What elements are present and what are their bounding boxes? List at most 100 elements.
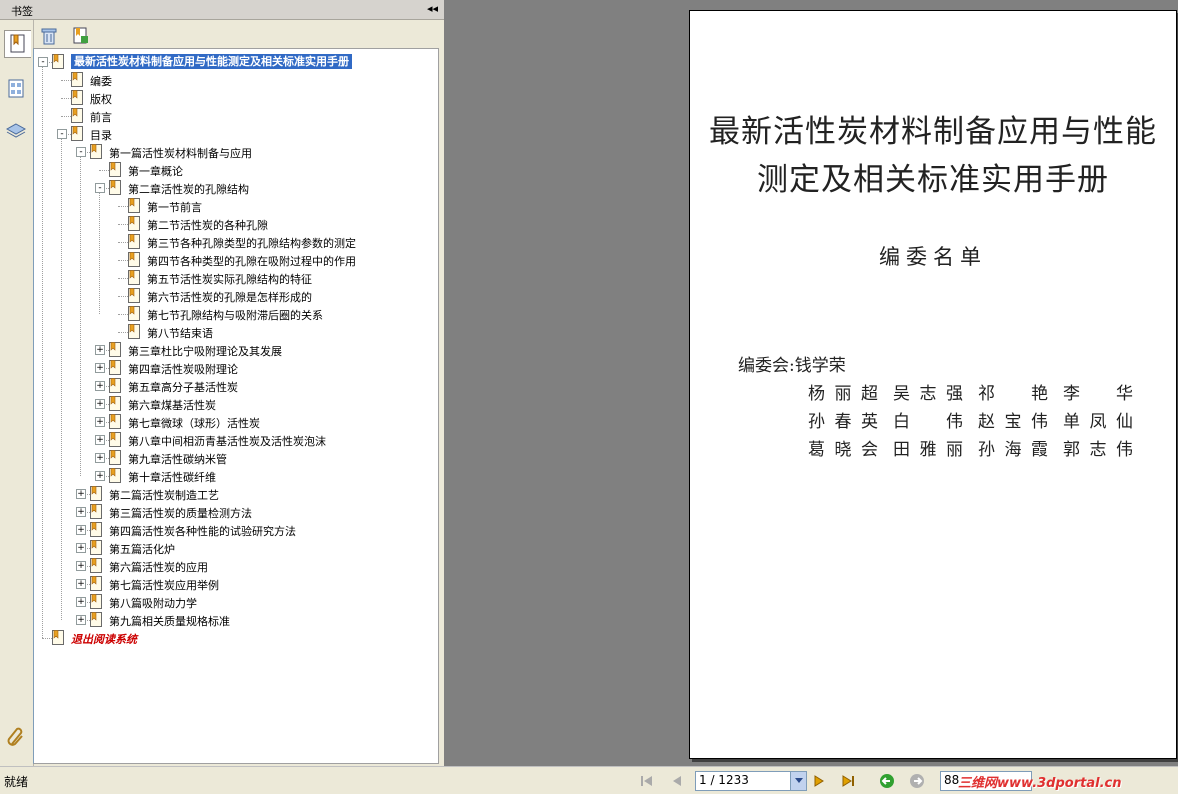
collapse-toggle[interactable]: - <box>95 183 105 193</box>
tree-row[interactable]: 第三节各种孔隙类型的孔隙结构参数的测定 <box>34 233 434 251</box>
bookmark-section-label[interactable]: 第五节活性炭实际孔隙结构的特征 <box>147 271 312 287</box>
bookmark-item-label[interactable]: 编委 <box>90 73 112 89</box>
next-page-button[interactable] <box>810 772 828 790</box>
go-back-button[interactable] <box>878 772 896 790</box>
bookmark-part-label[interactable]: 第七篇活性炭应用举例 <box>109 577 219 593</box>
expand-toggle[interactable]: + <box>95 453 105 463</box>
expand-toggle[interactable]: + <box>76 507 86 517</box>
expand-toggle[interactable]: + <box>95 399 105 409</box>
tree-row[interactable]: 第五节活性炭实际孔隙结构的特征 <box>34 269 434 287</box>
tree-row[interactable]: + 第七篇活性炭应用举例 <box>34 575 434 593</box>
collapse-toggle[interactable]: - <box>38 57 48 67</box>
bookmark-item-label[interactable]: 版权 <box>90 91 112 107</box>
tree-row[interactable]: 第二节活性炭的各种孔隙 <box>34 215 434 233</box>
expand-toggle[interactable]: + <box>95 417 105 427</box>
page-number-field[interactable]: 1 / 1233 <box>695 771 807 791</box>
first-page-button[interactable] <box>638 772 656 790</box>
expand-toggle[interactable]: + <box>95 345 105 355</box>
bookmark-part-label[interactable]: 第五篇活化炉 <box>109 541 175 557</box>
bookmark-chapter-label[interactable]: 第五章高分子基活性炭 <box>128 379 238 395</box>
bookmark-part-label[interactable]: 第二篇活性炭制造工艺 <box>109 487 219 503</box>
tree-row[interactable]: + 第六章煤基活性炭 <box>34 395 434 413</box>
bookmark-chapter-label[interactable]: 第十章活性碳纤维 <box>128 469 216 485</box>
bookmark-part-label[interactable]: 第八篇吸附动力学 <box>109 595 197 611</box>
expand-toggle[interactable]: + <box>76 561 86 571</box>
tree-row[interactable]: + 第八章中间相沥青基活性炭及活性炭泡沫 <box>34 431 434 449</box>
bookmark-part-label[interactable]: 第六篇活性炭的应用 <box>109 559 208 575</box>
bookmark-section-label[interactable]: 第一节前言 <box>147 199 202 215</box>
tree-row[interactable]: + 第三篇活性炭的质量检测方法 <box>34 503 434 521</box>
bookmark-item-label[interactable]: 前言 <box>90 109 112 125</box>
document-view[interactable]: 最新活性炭材料制备应用与性能 测定及相关标准实用手册 编委名单 编委会:钱学荣 … <box>444 0 1178 766</box>
tree-row[interactable]: 第四节各种类型的孔隙在吸附过程中的作用 <box>34 251 434 269</box>
bookmark-section-label[interactable]: 第四节各种类型的孔隙在吸附过程中的作用 <box>147 253 356 269</box>
expand-toggle[interactable]: + <box>76 615 86 625</box>
tree-row[interactable]: 前言 <box>34 107 434 125</box>
expand-toggle[interactable]: + <box>76 489 86 499</box>
bookmark-chapter-label[interactable]: 第一章概论 <box>128 163 183 179</box>
bookmark-section-label[interactable]: 第六节活性炭的孔隙是怎样形成的 <box>147 289 312 305</box>
expand-toggle[interactable]: + <box>95 363 105 373</box>
bookmark-root-label[interactable]: 最新活性炭材料制备应用与性能测定及相关标准实用手册 <box>71 54 352 69</box>
tree-row[interactable]: + 第三章杜比宁吸附理论及其发展 <box>34 341 434 359</box>
collapse-toggle[interactable]: - <box>57 129 67 139</box>
expand-toggle[interactable]: + <box>95 471 105 481</box>
bookmark-chapter-label[interactable]: 第三章杜比宁吸附理论及其发展 <box>128 343 282 359</box>
tree-row[interactable]: 第七节孔隙结构与吸附滞后圈的关系 <box>34 305 434 323</box>
bookmark-chapter-label[interactable]: 第八章中间相沥青基活性炭及活性炭泡沫 <box>128 433 326 449</box>
bookmark-section-label[interactable]: 第二节活性炭的各种孔隙 <box>147 217 268 233</box>
bookmark-part-label[interactable]: 第九篇相关质量规格标准 <box>109 613 230 629</box>
bookmark-section-label[interactable]: 第八节结束语 <box>147 325 213 341</box>
last-page-button[interactable] <box>840 772 858 790</box>
bookmark-chapter-label[interactable]: 第九章活性碳纳米管 <box>128 451 227 467</box>
tree-row[interactable]: 第一节前言 <box>34 197 434 215</box>
thumbnails-tab[interactable] <box>4 76 28 102</box>
expand-toggle[interactable]: + <box>95 435 105 445</box>
bookmark-chapter-label[interactable]: 第六章煤基活性炭 <box>128 397 216 413</box>
bookmark-part-label[interactable]: 第四篇活性炭各种性能的试验研究方法 <box>109 523 296 539</box>
tree-row[interactable]: + 第五章高分子基活性炭 <box>34 377 434 395</box>
previous-page-button[interactable] <box>668 772 686 790</box>
layers-tab[interactable] <box>4 118 28 144</box>
tree-row[interactable]: + 第八篇吸附动力学 <box>34 593 434 611</box>
tree-row[interactable]: + 第四章活性炭吸附理论 <box>34 359 434 377</box>
collapse-panel-button[interactable]: ◂◂ <box>427 2 438 15</box>
bookmark-part-label[interactable]: 第一篇活性炭材料制备与应用 <box>109 145 252 161</box>
tree-row[interactable]: + 第四篇活性炭各种性能的试验研究方法 <box>34 521 434 539</box>
tree-row[interactable]: + 第九篇相关质量规格标准 <box>34 611 434 629</box>
bookmarks-tab[interactable] <box>4 30 31 58</box>
tree-row[interactable]: + 第六篇活性炭的应用 <box>34 557 434 575</box>
bookmark-chapter-label[interactable]: 第二章活性炭的孔隙结构 <box>128 181 249 197</box>
tree-row[interactable]: + 第七章微球（球形）活性炭 <box>34 413 434 431</box>
expand-toggle[interactable]: + <box>76 525 86 535</box>
tree-row[interactable]: + 第十章活性碳纤维 <box>34 467 434 485</box>
bookmark-chapter-label[interactable]: 第四章活性炭吸附理论 <box>128 361 238 377</box>
collapse-toggle[interactable]: - <box>76 147 86 157</box>
bookmark-item-label[interactable]: 目录 <box>90 127 112 143</box>
tree-row[interactable]: 版权 <box>34 89 434 107</box>
tree-row[interactable]: 编委 <box>34 71 434 89</box>
bookmark-part-label[interactable]: 第三篇活性炭的质量检测方法 <box>109 505 252 521</box>
tree-row[interactable]: 第一章概论 <box>34 161 434 179</box>
page-dropdown-button[interactable] <box>790 772 806 790</box>
tree-row[interactable]: + 第五篇活化炉 <box>34 539 434 557</box>
bookmark-section-label[interactable]: 第七节孔隙结构与吸附滞后圈的关系 <box>147 307 323 323</box>
expand-toggle[interactable]: + <box>95 381 105 391</box>
tree-row-root[interactable]: - 最新活性炭材料制备应用与性能测定及相关标准实用手册 <box>34 53 434 71</box>
tree-row[interactable]: 第八节结束语 <box>34 323 434 341</box>
expand-toggle[interactable]: + <box>76 543 86 553</box>
delete-bookmark-button[interactable] <box>39 26 59 46</box>
bookmark-section-label[interactable]: 第三节各种孔隙类型的孔隙结构参数的测定 <box>147 235 356 251</box>
expand-toggle[interactable]: + <box>76 597 86 607</box>
expand-toggle[interactable]: + <box>76 579 86 589</box>
tree-row[interactable]: - 目录 <box>34 125 434 143</box>
new-bookmark-button[interactable] <box>71 26 91 46</box>
tree-row[interactable]: - 第二章活性炭的孔隙结构 <box>34 179 434 197</box>
attachments-tab[interactable] <box>4 724 28 750</box>
tree-row[interactable]: + 第二篇活性炭制造工艺 <box>34 485 434 503</box>
tree-row[interactable]: 第六节活性炭的孔隙是怎样形成的 <box>34 287 434 305</box>
tree-row[interactable]: - 第一篇活性炭材料制备与应用 <box>34 143 434 161</box>
bookmark-chapter-label[interactable]: 第七章微球（球形）活性炭 <box>128 415 260 431</box>
go-forward-button[interactable] <box>908 772 926 790</box>
exit-reader-link-label[interactable]: 退出阅读系统 <box>71 631 137 647</box>
